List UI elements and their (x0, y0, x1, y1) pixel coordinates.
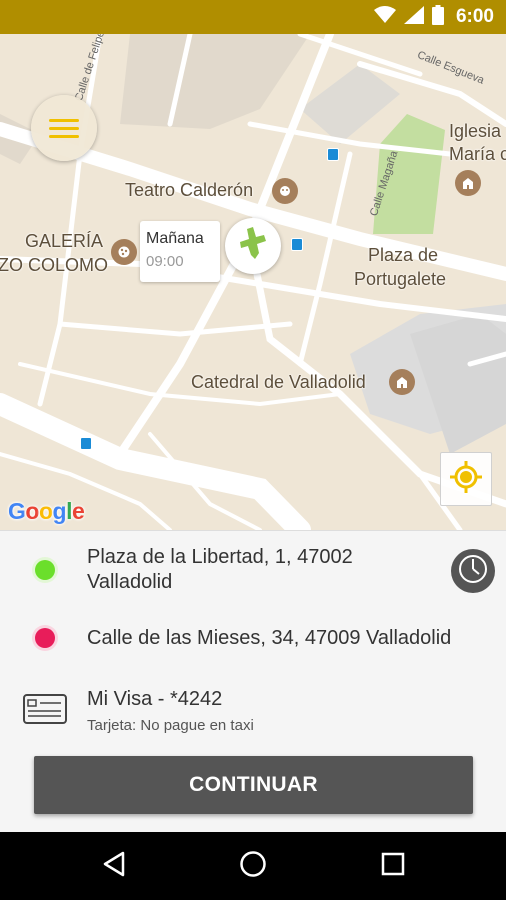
google-logo-letter: e (71, 498, 85, 524)
pickup-time-bubble[interactable]: Mañana 09:00 (140, 221, 220, 282)
origin-address-line1: Plaza de la Libertad, 1, 47002 (87, 546, 353, 568)
bus-stop-icon[interactable] (327, 148, 339, 161)
pickup-time: 09:00 (146, 253, 184, 270)
map-label-plaza-1: Plaza de (368, 245, 439, 265)
church-poi-icon[interactable] (455, 170, 481, 196)
menu-icon-line (49, 118, 79, 122)
pickup-day: Mañana (146, 230, 204, 247)
car-location-pin[interactable] (225, 218, 281, 274)
status-bar: 6:00 (0, 0, 506, 34)
status-time: 6:00 (455, 6, 494, 27)
payment-method-name: Mi Visa - *4242 (87, 688, 223, 710)
status-icons: 6:00 (373, 0, 494, 34)
recents-icon (381, 852, 405, 881)
bus-stop-icon[interactable] (80, 437, 92, 450)
payment-method-note: Tarjeta: No pague en taxi (87, 717, 254, 734)
destination-address: Calle de las Mieses, 34, 47009 Valladoli… (87, 627, 452, 649)
destination-dot-icon (35, 628, 55, 648)
back-button[interactable] (94, 846, 134, 886)
origin-address-line2: Valladolid (87, 571, 173, 593)
map-label-catedral: Catedral de Valladolid (191, 372, 366, 392)
credit-card-icon (23, 694, 67, 729)
menu-icon-line (49, 134, 79, 138)
church-poi-icon[interactable] (389, 369, 415, 395)
system-nav-bar (0, 832, 506, 900)
continue-button[interactable]: CONTINUAR (34, 756, 473, 814)
menu-button[interactable] (31, 95, 97, 161)
locate-icon (449, 460, 483, 499)
home-icon (239, 850, 267, 883)
map-view[interactable]: Calle de Felipe II Calle Esgueva Calle M… (0, 34, 506, 530)
google-logo-letter: o (38, 498, 53, 524)
theater-poi-icon[interactable] (272, 178, 298, 204)
recents-button[interactable] (373, 846, 413, 886)
map-label-galeria-2: ZO COLOMO (0, 255, 109, 275)
google-logo-letter: o (25, 498, 39, 524)
gallery-poi-icon[interactable] (111, 239, 137, 265)
google-logo-letter: g (52, 498, 67, 524)
google-logo: Google (8, 498, 85, 525)
home-button[interactable] (233, 846, 273, 886)
battery-icon (431, 4, 444, 30)
clock-icon (458, 554, 488, 589)
menu-icon-line (49, 126, 79, 130)
my-location-button[interactable] (440, 452, 492, 506)
google-logo-letter: G (8, 498, 26, 524)
map-label-iglesia-2: María c (449, 144, 506, 164)
cell-signal-icon (403, 5, 424, 29)
map-label-teatro: Teatro Calderón (125, 180, 254, 200)
taxi-car-icon (239, 226, 267, 266)
wifi-icon (373, 5, 396, 29)
map-label-iglesia-1: Iglesia (449, 121, 502, 141)
map-label-plaza-2: Portugalete (354, 269, 447, 289)
schedule-time-button[interactable] (451, 549, 495, 593)
bus-stop-icon[interactable] (291, 238, 303, 251)
back-icon (102, 851, 126, 882)
origin-dot-icon (35, 560, 55, 580)
map-label-galeria-1: GALERÍA (25, 231, 104, 251)
